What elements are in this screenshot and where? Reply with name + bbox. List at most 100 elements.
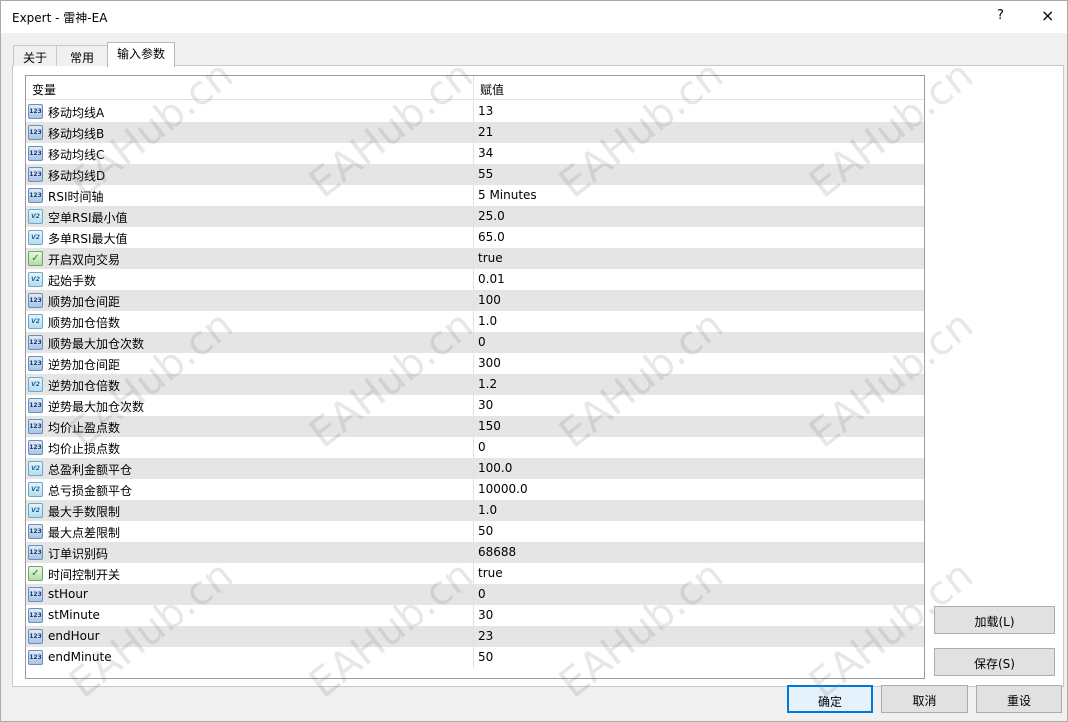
- parameter-row[interactable]: 123 逆势加仓间距 300: [26, 353, 924, 374]
- parameter-row[interactable]: 123 顺势加仓间距 100: [26, 290, 924, 311]
- parameter-list[interactable]: 变量 赋值 123 移动均线A 13 123 移动均线B 21 123 移动均线C 34 123 移…: [25, 75, 925, 679]
- column-divider: [473, 76, 474, 100]
- parameter-value[interactable]: 150: [478, 419, 501, 433]
- column-divider: [473, 563, 474, 584]
- column-divider: [473, 143, 474, 164]
- column-header-value[interactable]: 赋值: [480, 81, 504, 98]
- parameter-row[interactable]: V2 空单RSI最小值 25.0: [26, 206, 924, 227]
- load-button[interactable]: 加载(L): [934, 606, 1055, 634]
- parameter-value[interactable]: 100: [478, 293, 501, 307]
- parameter-value[interactable]: 68688: [478, 545, 516, 559]
- integer-type-icon: 123: [28, 650, 43, 665]
- tab-inputs[interactable]: 输入参数: [107, 42, 175, 67]
- parameter-value[interactable]: 0: [478, 335, 486, 349]
- parameter-value[interactable]: 21: [478, 125, 493, 139]
- parameter-value[interactable]: 0: [478, 587, 486, 601]
- column-header-variable[interactable]: 变量: [32, 81, 56, 98]
- parameter-row[interactable]: V2 最大手数限制 1.0: [26, 500, 924, 521]
- column-divider: [473, 500, 474, 521]
- parameter-row[interactable]: 123 最大点差限制 50: [26, 521, 924, 542]
- integer-type-icon: 123: [28, 146, 43, 161]
- parameter-name: stMinute: [48, 608, 100, 622]
- parameter-row[interactable]: V2 多单RSI最大值 65.0: [26, 227, 924, 248]
- parameter-value[interactable]: 300: [478, 356, 501, 370]
- column-divider: [473, 101, 474, 122]
- parameter-name: 移动均线C: [48, 148, 105, 162]
- parameter-row[interactable]: ✓ 开启双向交易 true: [26, 248, 924, 269]
- parameter-value[interactable]: 5 Minutes: [478, 188, 537, 202]
- parameter-value[interactable]: 1.0: [478, 503, 497, 517]
- parameter-row[interactable]: 123 移动均线A 13: [26, 101, 924, 122]
- parameter-value[interactable]: 13: [478, 104, 493, 118]
- parameter-row[interactable]: 123 stHour 0: [26, 584, 924, 605]
- parameter-row[interactable]: 123 逆势最大加仓次数 30: [26, 395, 924, 416]
- cancel-button[interactable]: 取消: [881, 685, 968, 713]
- parameter-row[interactable]: 123 endMinute 50: [26, 647, 924, 668]
- parameter-name: endMinute: [48, 650, 112, 664]
- integer-type-icon: 123: [28, 356, 43, 371]
- parameter-value[interactable]: 23: [478, 629, 493, 643]
- parameter-row[interactable]: 123 订单识别码 68688: [26, 542, 924, 563]
- integer-type-icon: 123: [28, 629, 43, 644]
- column-divider: [473, 185, 474, 206]
- parameter-value[interactable]: 55: [478, 167, 493, 181]
- parameter-row[interactable]: V2 总亏损金额平仓 10000.0: [26, 479, 924, 500]
- parameter-value[interactable]: 65.0: [478, 230, 505, 244]
- integer-type-icon: 123: [28, 125, 43, 140]
- parameter-name: RSI时间轴: [48, 190, 104, 204]
- parameter-row[interactable]: V2 逆势加仓倍数 1.2: [26, 374, 924, 395]
- parameter-value[interactable]: 100.0: [478, 461, 512, 475]
- parameter-value[interactable]: 10000.0: [478, 482, 528, 496]
- double-type-icon: V2: [28, 461, 43, 476]
- parameter-value[interactable]: 50: [478, 524, 493, 538]
- integer-type-icon: 123: [28, 419, 43, 434]
- parameter-value[interactable]: 50: [478, 650, 493, 664]
- parameter-value[interactable]: true: [478, 251, 503, 265]
- parameter-row[interactable]: V2 总盈利金额平仓 100.0: [26, 458, 924, 479]
- parameter-value[interactable]: 0: [478, 440, 486, 454]
- parameter-row[interactable]: 123 移动均线B 21: [26, 122, 924, 143]
- parameter-row[interactable]: V2 起始手数 0.01: [26, 269, 924, 290]
- tab-about[interactable]: 关于: [13, 45, 57, 66]
- double-type-icon: V2: [28, 272, 43, 287]
- parameter-value[interactable]: 34: [478, 146, 493, 160]
- parameter-row[interactable]: 123 移动均线D 55: [26, 164, 924, 185]
- close-button[interactable]: ×: [1041, 6, 1054, 25]
- save-button[interactable]: 保存(S): [934, 648, 1055, 676]
- column-divider: [473, 248, 474, 269]
- double-type-icon: V2: [28, 230, 43, 245]
- column-divider: [473, 437, 474, 458]
- parameter-name: 顺势加仓倍数: [48, 316, 121, 330]
- parameter-row[interactable]: ✓ 时间控制开关 true: [26, 563, 924, 584]
- boolean-type-icon: ✓: [28, 566, 43, 581]
- parameter-value[interactable]: 30: [478, 398, 493, 412]
- parameter-row[interactable]: 123 stMinute 30: [26, 605, 924, 626]
- parameter-name: 均价止盈点数: [48, 421, 121, 435]
- parameter-value[interactable]: 25.0: [478, 209, 505, 223]
- parameter-value[interactable]: true: [478, 566, 503, 580]
- parameter-row[interactable]: 123 移动均线C 34: [26, 143, 924, 164]
- expert-dialog: Expert - 雷神-EA ? × 关于 常用 输入参数 变量 赋值 123 移…: [0, 0, 1068, 722]
- help-button[interactable]: ?: [997, 8, 1004, 23]
- parameter-row[interactable]: 123 顺势最大加仓次数 0: [26, 332, 924, 353]
- parameter-value[interactable]: 1.0: [478, 314, 497, 328]
- parameter-name: 空单RSI最小值: [48, 211, 128, 225]
- parameter-row[interactable]: 123 均价止损点数 0: [26, 437, 924, 458]
- parameter-value[interactable]: 1.2: [478, 377, 497, 391]
- ok-button[interactable]: 确定: [787, 685, 873, 713]
- parameter-value[interactable]: 0.01: [478, 272, 505, 286]
- tab-common[interactable]: 常用: [56, 45, 108, 66]
- parameter-row[interactable]: 123 RSI时间轴 5 Minutes: [26, 185, 924, 206]
- parameter-row[interactable]: V2 顺势加仓倍数 1.0: [26, 311, 924, 332]
- reset-button[interactable]: 重设: [976, 685, 1062, 713]
- column-divider: [473, 479, 474, 500]
- parameter-name: 起始手数: [48, 274, 97, 288]
- title-bar: Expert - 雷神-EA ? ×: [1, 1, 1067, 33]
- parameter-value[interactable]: 30: [478, 608, 493, 622]
- parameter-row[interactable]: 123 endHour 23: [26, 626, 924, 647]
- parameter-name: 移动均线A: [48, 106, 105, 120]
- parameter-name: 逆势加仓倍数: [48, 379, 121, 393]
- double-type-icon: V2: [28, 314, 43, 329]
- integer-type-icon: 123: [28, 440, 43, 455]
- parameter-row[interactable]: 123 均价止盈点数 150: [26, 416, 924, 437]
